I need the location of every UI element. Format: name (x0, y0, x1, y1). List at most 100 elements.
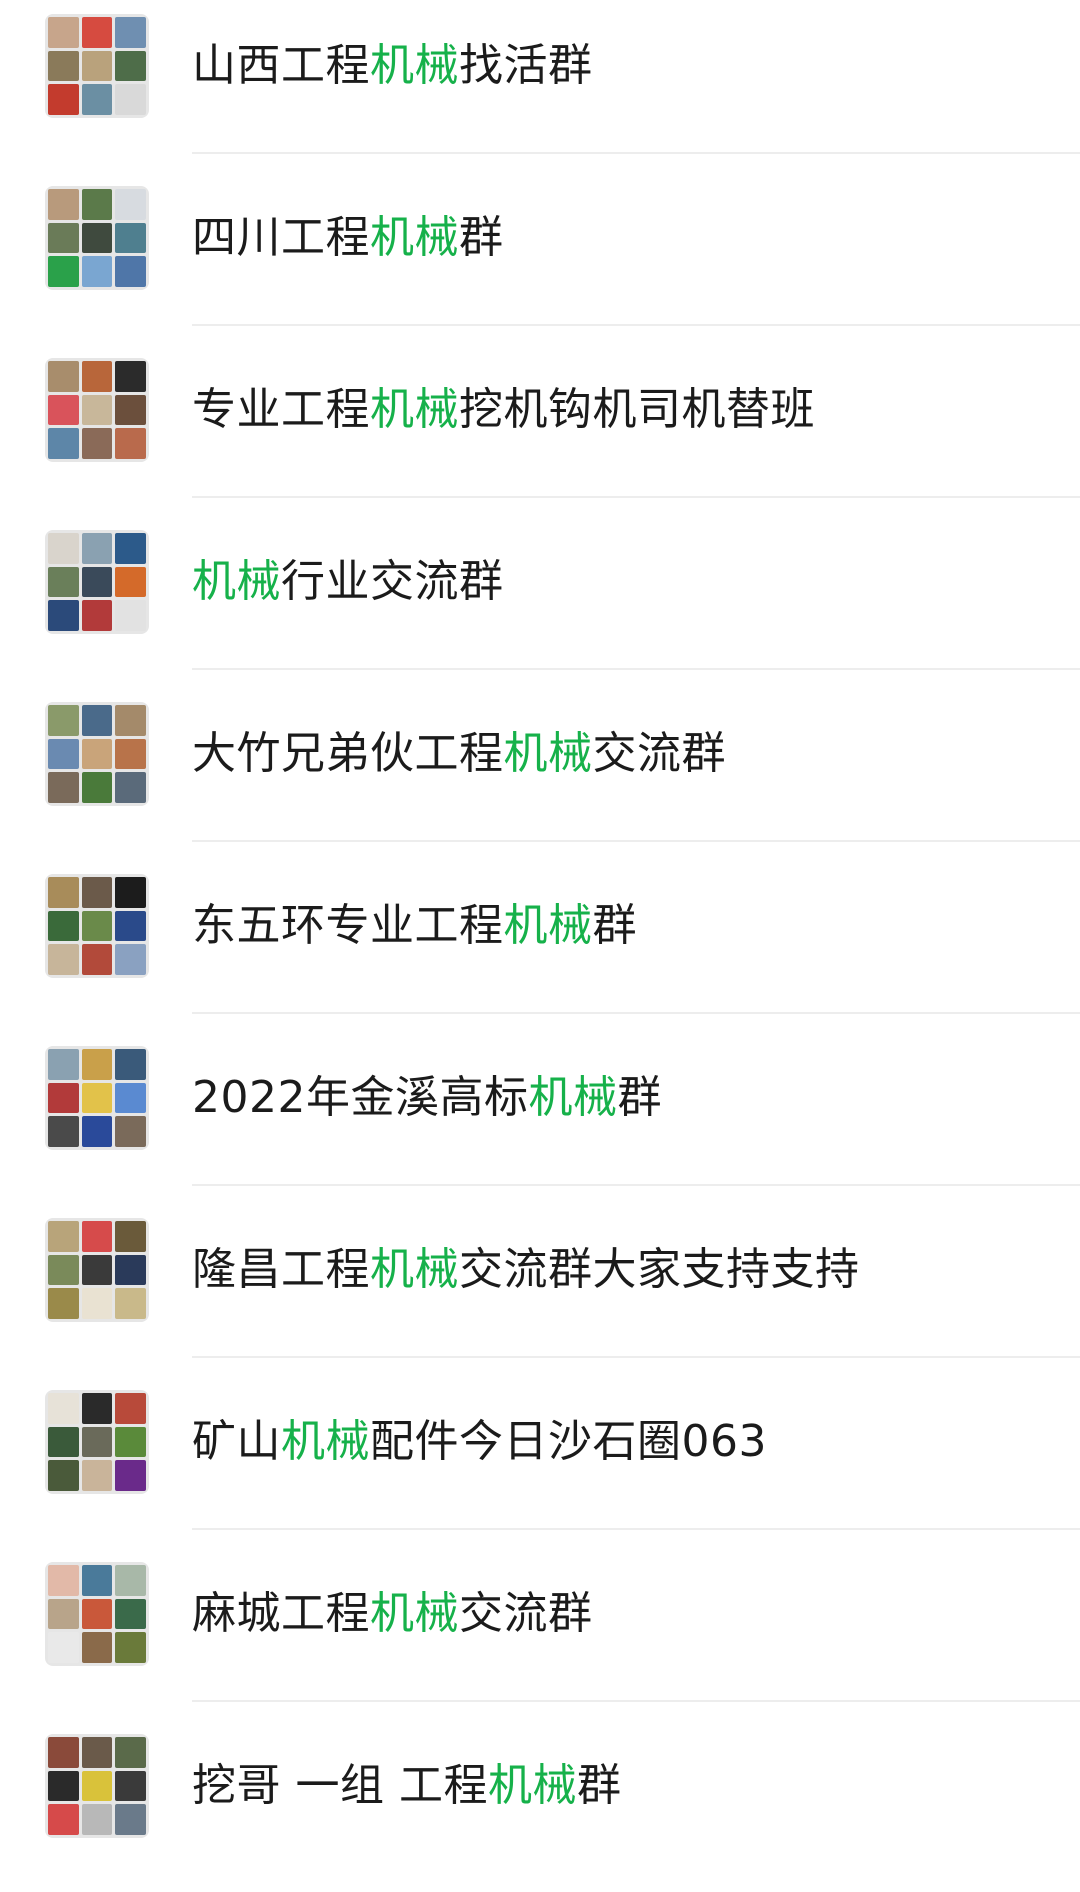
group-row[interactable]: 2022年金溪高标机械群 (0, 1032, 1080, 1204)
avatar-tile (81, 256, 113, 287)
avatar-tile (81, 1460, 113, 1491)
group-name-suffix: 群 (592, 900, 637, 951)
group-name-suffix: 交流群 (459, 1588, 593, 1639)
group-name: 专业工程机械挖机钩机司机替班 (192, 382, 815, 438)
avatar-tile (81, 772, 113, 803)
avatar-tile (81, 17, 113, 48)
avatar-tile (115, 1393, 146, 1424)
group-row[interactable]: 隆昌工程机械交流群大家支持支持 (0, 1204, 1080, 1376)
avatar-tile (115, 428, 146, 459)
group-name-highlight: 机械 (370, 384, 459, 435)
group-row[interactable]: 山西工程机械找活群 (0, 0, 1080, 172)
group-avatar (45, 186, 149, 290)
avatar-tile (48, 1804, 79, 1835)
avatar-tile (81, 705, 113, 736)
group-name-highlight: 机械 (281, 1416, 370, 1467)
row-divider (192, 1012, 1080, 1014)
group-row[interactable]: 东五环专业工程机械群 (0, 860, 1080, 1032)
avatar-tile (81, 1598, 113, 1630)
group-name-prefix: 2022年金溪高标 (192, 1072, 529, 1123)
avatar-tile (81, 944, 113, 975)
avatar-tile (48, 1393, 79, 1424)
avatar-tile (48, 566, 79, 598)
avatar-tile (115, 1804, 146, 1835)
avatar-tile (115, 1116, 146, 1147)
avatar-tile (48, 533, 79, 564)
group-name-suffix: 行业交流群 (281, 556, 504, 607)
avatar-tile (48, 1254, 79, 1286)
group-row[interactable]: 机械行业交流群 (0, 516, 1080, 688)
avatar-tile (81, 1804, 113, 1835)
avatar-tile (81, 1770, 113, 1802)
group-avatar (45, 1218, 149, 1322)
avatar-tile (115, 738, 146, 770)
avatar-tile (48, 17, 79, 48)
group-name-prefix: 麻城工程 (192, 1588, 370, 1639)
avatar-tile (81, 50, 113, 82)
group-row[interactable]: 专业工程机械挖机钩机司机替班 (0, 344, 1080, 516)
group-name-prefix: 山西工程 (192, 40, 370, 91)
avatar-tile (48, 910, 79, 942)
avatar-tile (115, 84, 146, 115)
avatar-tile (48, 189, 79, 220)
row-divider (192, 1700, 1080, 1702)
avatar-tile (115, 566, 146, 598)
avatar-tile (115, 222, 146, 254)
avatar-tile (115, 944, 146, 975)
avatar-tile (115, 705, 146, 736)
avatar-tile (48, 877, 79, 908)
group-name-prefix: 矿山 (192, 1416, 281, 1467)
row-divider (192, 324, 1080, 326)
avatar-tile (115, 1082, 146, 1114)
group-name: 四川工程机械群 (192, 210, 504, 266)
group-name-suffix: 找活群 (459, 40, 593, 91)
group-name-prefix: 大竹兄弟伙工程 (192, 728, 504, 779)
avatar-tile (115, 17, 146, 48)
avatar-tile (81, 877, 113, 908)
avatar-tile (115, 1632, 146, 1663)
avatar-tile (115, 1254, 146, 1286)
group-avatar (45, 530, 149, 634)
group-avatar (45, 1562, 149, 1666)
avatar-tile (48, 1737, 79, 1768)
avatar-tile (115, 533, 146, 564)
avatar-tile (48, 1116, 79, 1147)
avatar-tile (48, 222, 79, 254)
group-avatar (45, 14, 149, 118)
group-row[interactable]: 挖哥 一组 工程机械群 (0, 1720, 1080, 1892)
avatar-tile (48, 256, 79, 287)
group-name: 大竹兄弟伙工程机械交流群 (192, 726, 726, 782)
group-name-prefix: 东五环专业工程 (192, 900, 504, 951)
avatar-tile (48, 50, 79, 82)
group-name-suffix: 群 (459, 212, 504, 263)
avatar-tile (81, 428, 113, 459)
group-name-highlight: 机械 (503, 728, 593, 779)
group-name-highlight: 机械 (503, 900, 593, 951)
avatar-tile (81, 1393, 113, 1424)
group-row[interactable]: 矿山机械配件今日沙石圈063 (0, 1376, 1080, 1548)
group-row[interactable]: 麻城工程机械交流群 (0, 1548, 1080, 1720)
avatar-tile (115, 877, 146, 908)
group-name-highlight: 机械 (528, 1072, 618, 1123)
avatar-tile (81, 566, 113, 598)
group-list: 山西工程机械找活群 四川工程机械群 专业工程机械挖机钩机司机替班 机械行业交流群 (0, 0, 1080, 1881)
avatar-tile (115, 256, 146, 287)
group-name-highlight: 机械 (370, 1588, 459, 1639)
avatar-tile (81, 1082, 113, 1114)
group-avatar (45, 358, 149, 462)
avatar-tile (81, 738, 113, 770)
group-row[interactable]: 大竹兄弟伙工程机械交流群 (0, 688, 1080, 860)
avatar-tile (48, 705, 79, 736)
row-divider (192, 1528, 1080, 1530)
avatar-tile (48, 1288, 79, 1319)
group-avatar (45, 1734, 149, 1838)
avatar-tile (81, 1116, 113, 1147)
group-name: 2022年金溪高标机械群 (192, 1070, 662, 1126)
group-name: 隆昌工程机械交流群大家支持支持 (192, 1242, 860, 1298)
avatar-tile (115, 1565, 146, 1596)
avatar-tile (48, 1770, 79, 1802)
group-name-highlight: 机械 (370, 40, 459, 91)
avatar-tile (115, 1737, 146, 1768)
group-row[interactable]: 四川工程机械群 (0, 172, 1080, 344)
group-avatar (45, 1046, 149, 1150)
